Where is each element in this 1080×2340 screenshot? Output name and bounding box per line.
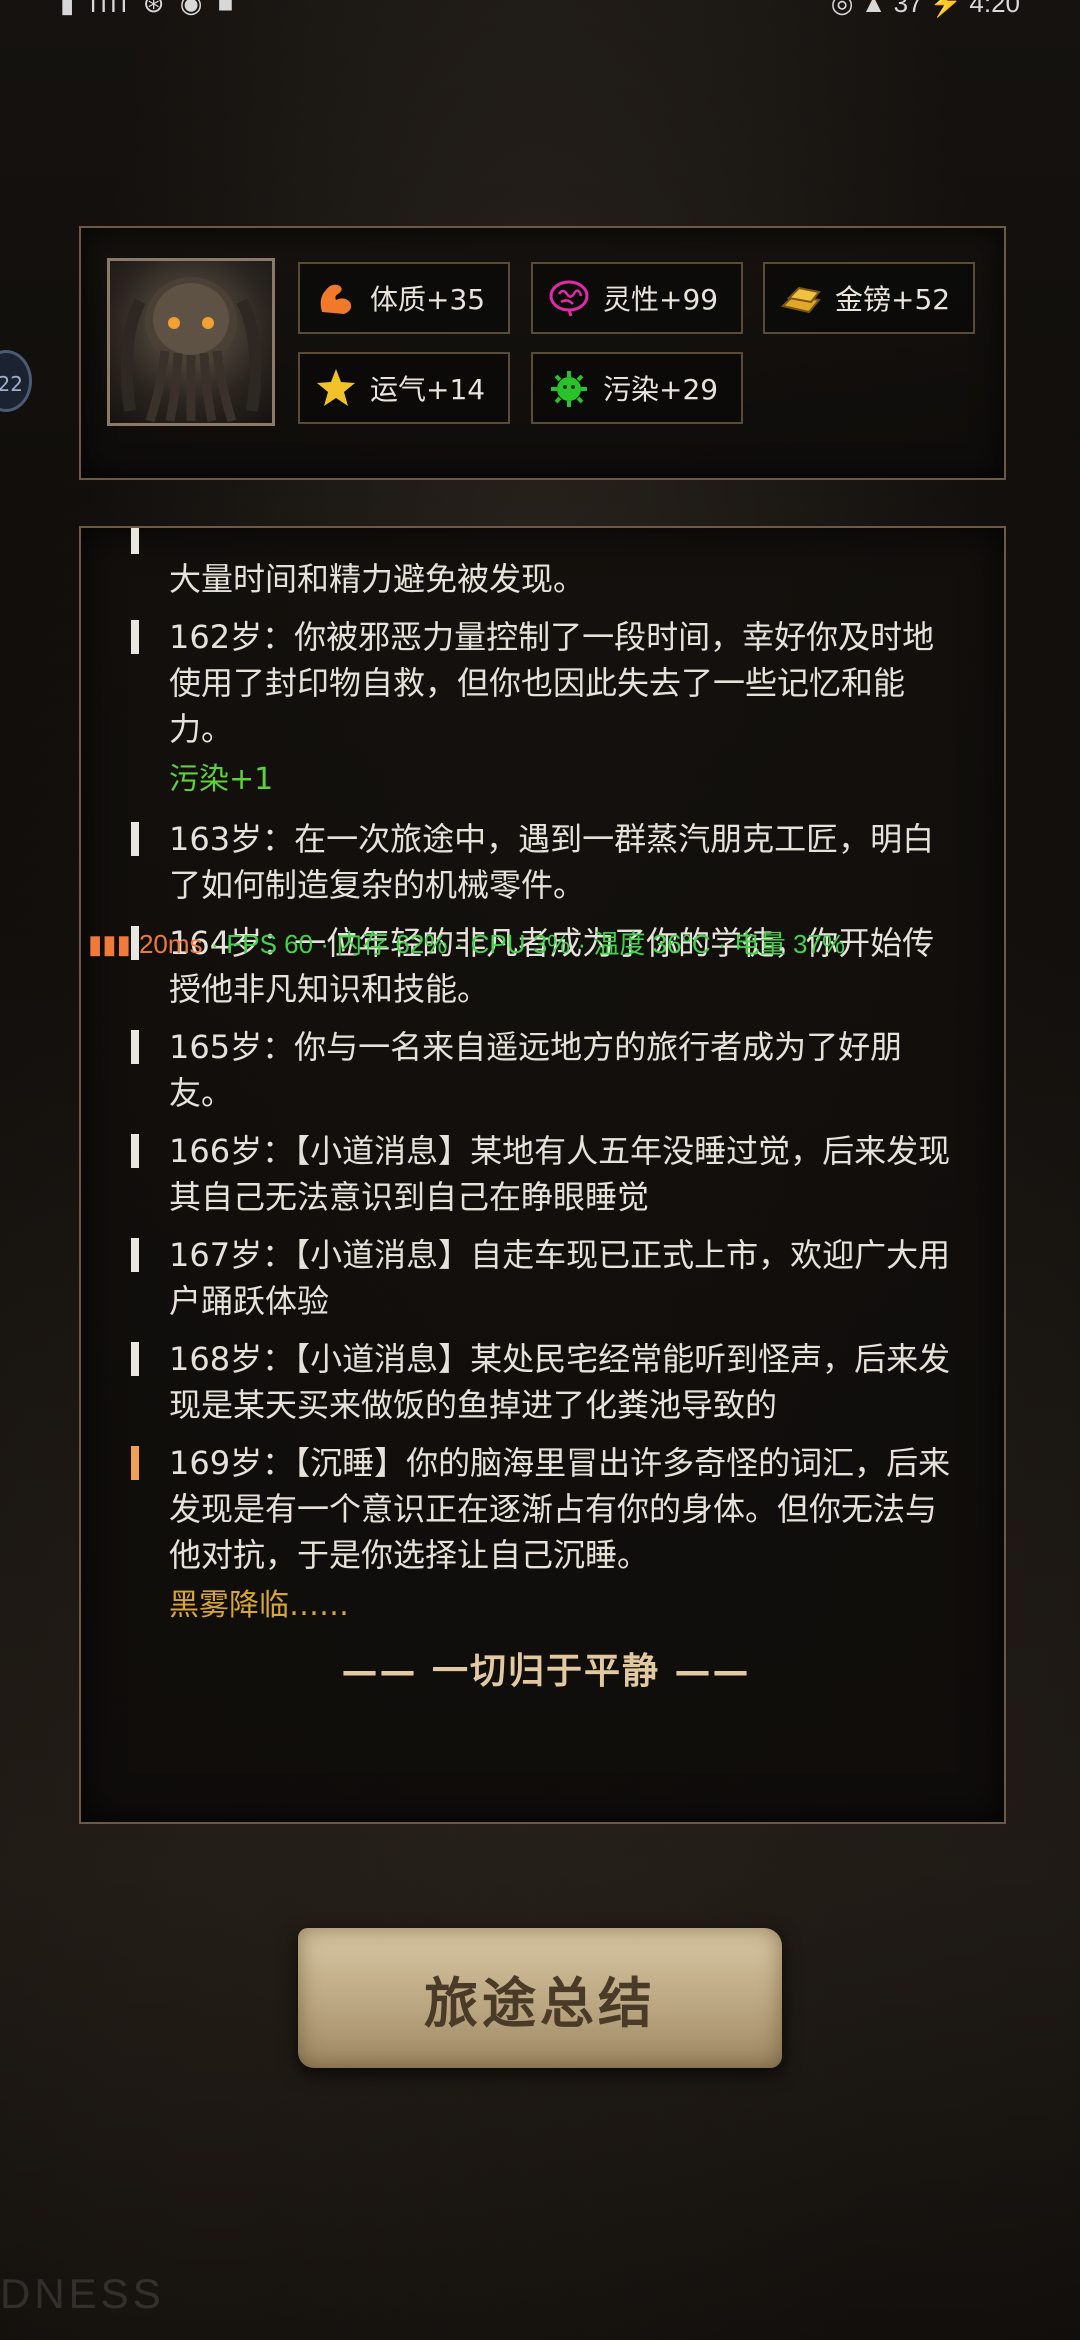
log-entry-text: 167岁：【小道消息】自走车现已正式上市，欢迎广大用户踊跃体验 xyxy=(169,1236,951,1320)
entry-marker xyxy=(131,1238,139,1272)
performance-stats-text: · FPS 60 · 内存 62% · CPU 3% · 温度 36°C · 电… xyxy=(210,929,846,959)
star-icon xyxy=(317,369,355,406)
stat-pollution-label: 污染+29 xyxy=(603,373,719,406)
log-entry-text: 163岁：在一次旅途中，遇到一群蒸汽朋克工匠，明白了如何制造复杂的机械零件。 xyxy=(169,820,935,904)
entry-marker xyxy=(131,1030,139,1064)
brain-icon xyxy=(549,280,589,317)
log-entry-partial: 大量时间和精力避免被发现。 xyxy=(131,528,961,602)
stat-constitution: 体质+35 xyxy=(298,262,510,334)
status-bar-right: ◎ ▲ 37 ⚡ 4:20 xyxy=(830,0,1020,18)
log-entry: 163岁：在一次旅途中，遇到一群蒸汽朋克工匠，明白了如何制造复杂的机械零件。 xyxy=(131,816,961,908)
muscle-icon xyxy=(320,284,352,314)
log-entry-effect: 污染+1 xyxy=(169,762,274,797)
background-watermark: DNESS xyxy=(0,2270,165,2317)
log-entry-text: 166岁：【小道消息】某地有人五年没睡过觉，后来发现其自己无法意识到自己在睁眼睡… xyxy=(169,1132,951,1216)
floating-assistant-badge[interactable]: 22 xyxy=(0,350,32,412)
log-entry: 166岁：【小道消息】某地有人五年没睡过觉，后来发现其自己无法意识到自己在睁眼睡… xyxy=(131,1128,961,1220)
log-entry: 168岁：【小道消息】某处民宅经常能听到怪声，后来发现是某天买来做饭的鱼掉进了化… xyxy=(131,1336,961,1428)
entry-marker xyxy=(131,1134,139,1168)
ending-divider-text: —— 一切归于平静 —— xyxy=(341,1651,751,1692)
stat-spirituality-label: 灵性+99 xyxy=(603,283,719,316)
performance-overlay: ▮▮▮ 20ms · FPS 60 · 内存 62% · CPU 3% · 温度 3… xyxy=(88,924,988,959)
log-entry-text: 169岁：【沉睡】你的脑海里冒出许多奇怪的词汇，后来发现是有一个意识正在逐渐占有… xyxy=(169,1444,951,1574)
virus-icon xyxy=(551,371,587,407)
log-entry-text: 大量时间和精力避免被发现。 xyxy=(169,560,586,598)
status-bar-left: ▮ ıllı ⊛ ◉ ■ xyxy=(60,0,238,18)
stat-luck: 运气+14 xyxy=(298,352,510,424)
stat-pollution: 污染+29 xyxy=(531,352,743,424)
log-entry-effect: 黑雾降临…… xyxy=(169,1588,349,1623)
signal-bars-icon: ▮▮▮ xyxy=(88,929,131,959)
stat-luck-label: 运气+14 xyxy=(370,373,486,406)
journey-summary-button[interactable]: 旅途总结 xyxy=(298,1928,782,2068)
log-entry-text: 165岁：你与一名来自遥远地方的旅行者成为了好朋友。 xyxy=(169,1028,903,1112)
log-entry: 162岁：你被邪恶力量控制了一段时间，幸好你及时地使用了封印物自救，但你也因此失… xyxy=(131,614,961,752)
cthulhu-portrait-icon xyxy=(120,277,262,423)
stat-pounds: 金镑+52 xyxy=(763,262,975,334)
stat-constitution-label: 体质+35 xyxy=(370,283,486,316)
log-entry-highlight: 169岁：【沉睡】你的脑海里冒出许多奇怪的词汇，后来发现是有一个意识正在逐渐占有… xyxy=(131,1440,961,1578)
stat-pounds-label: 金镑+52 xyxy=(835,283,951,316)
status-bar: ▮ ıllı ⊛ ◉ ■ ◎ ▲ 37 ⚡ 4:20 xyxy=(0,0,1080,24)
stat-spirituality: 灵性+99 xyxy=(531,262,743,334)
log-entry-text: 168岁：【小道消息】某处民宅经常能听到怪声，后来发现是某天买来做饭的鱼掉进了化… xyxy=(169,1340,951,1424)
entry-marker xyxy=(131,1342,139,1376)
log-entry: 167岁：【小道消息】自走车现已正式上市，欢迎广大用户踊跃体验 xyxy=(131,1232,961,1324)
log-entry-text: 162岁：你被邪恶力量控制了一段时间，幸好你及时地使用了封印物自救，但你也因此失… xyxy=(169,618,935,748)
entry-marker-highlight xyxy=(131,1446,139,1480)
entry-marker xyxy=(131,620,139,654)
log-entry: 165岁：你与一名来自遥远地方的旅行者成为了好朋友。 xyxy=(131,1024,961,1116)
entry-marker xyxy=(131,528,139,554)
entry-marker xyxy=(131,822,139,856)
life-log-list: 大量时间和精力避免被发现。 162岁：你被邪恶力量控制了一段时间，幸好你及时地使… xyxy=(131,528,961,1694)
attributes-panel: 体质+35 灵性+99 金镑+52 运气+14 污染+29 xyxy=(79,226,1006,480)
game-screen: ▮ ıllı ⊛ ◉ ■ ◎ ▲ 37 ⚡ 4:20 体质+35 灵性+99 金… xyxy=(0,0,1080,2340)
latency-text: 20ms xyxy=(138,929,203,959)
life-log-panel[interactable]: 大量时间和精力避免被发现。 162岁：你被邪恶力量控制了一段时间，幸好你及时地使… xyxy=(79,526,1006,1824)
gold-bars-icon xyxy=(781,286,821,314)
character-avatar[interactable] xyxy=(107,258,275,426)
